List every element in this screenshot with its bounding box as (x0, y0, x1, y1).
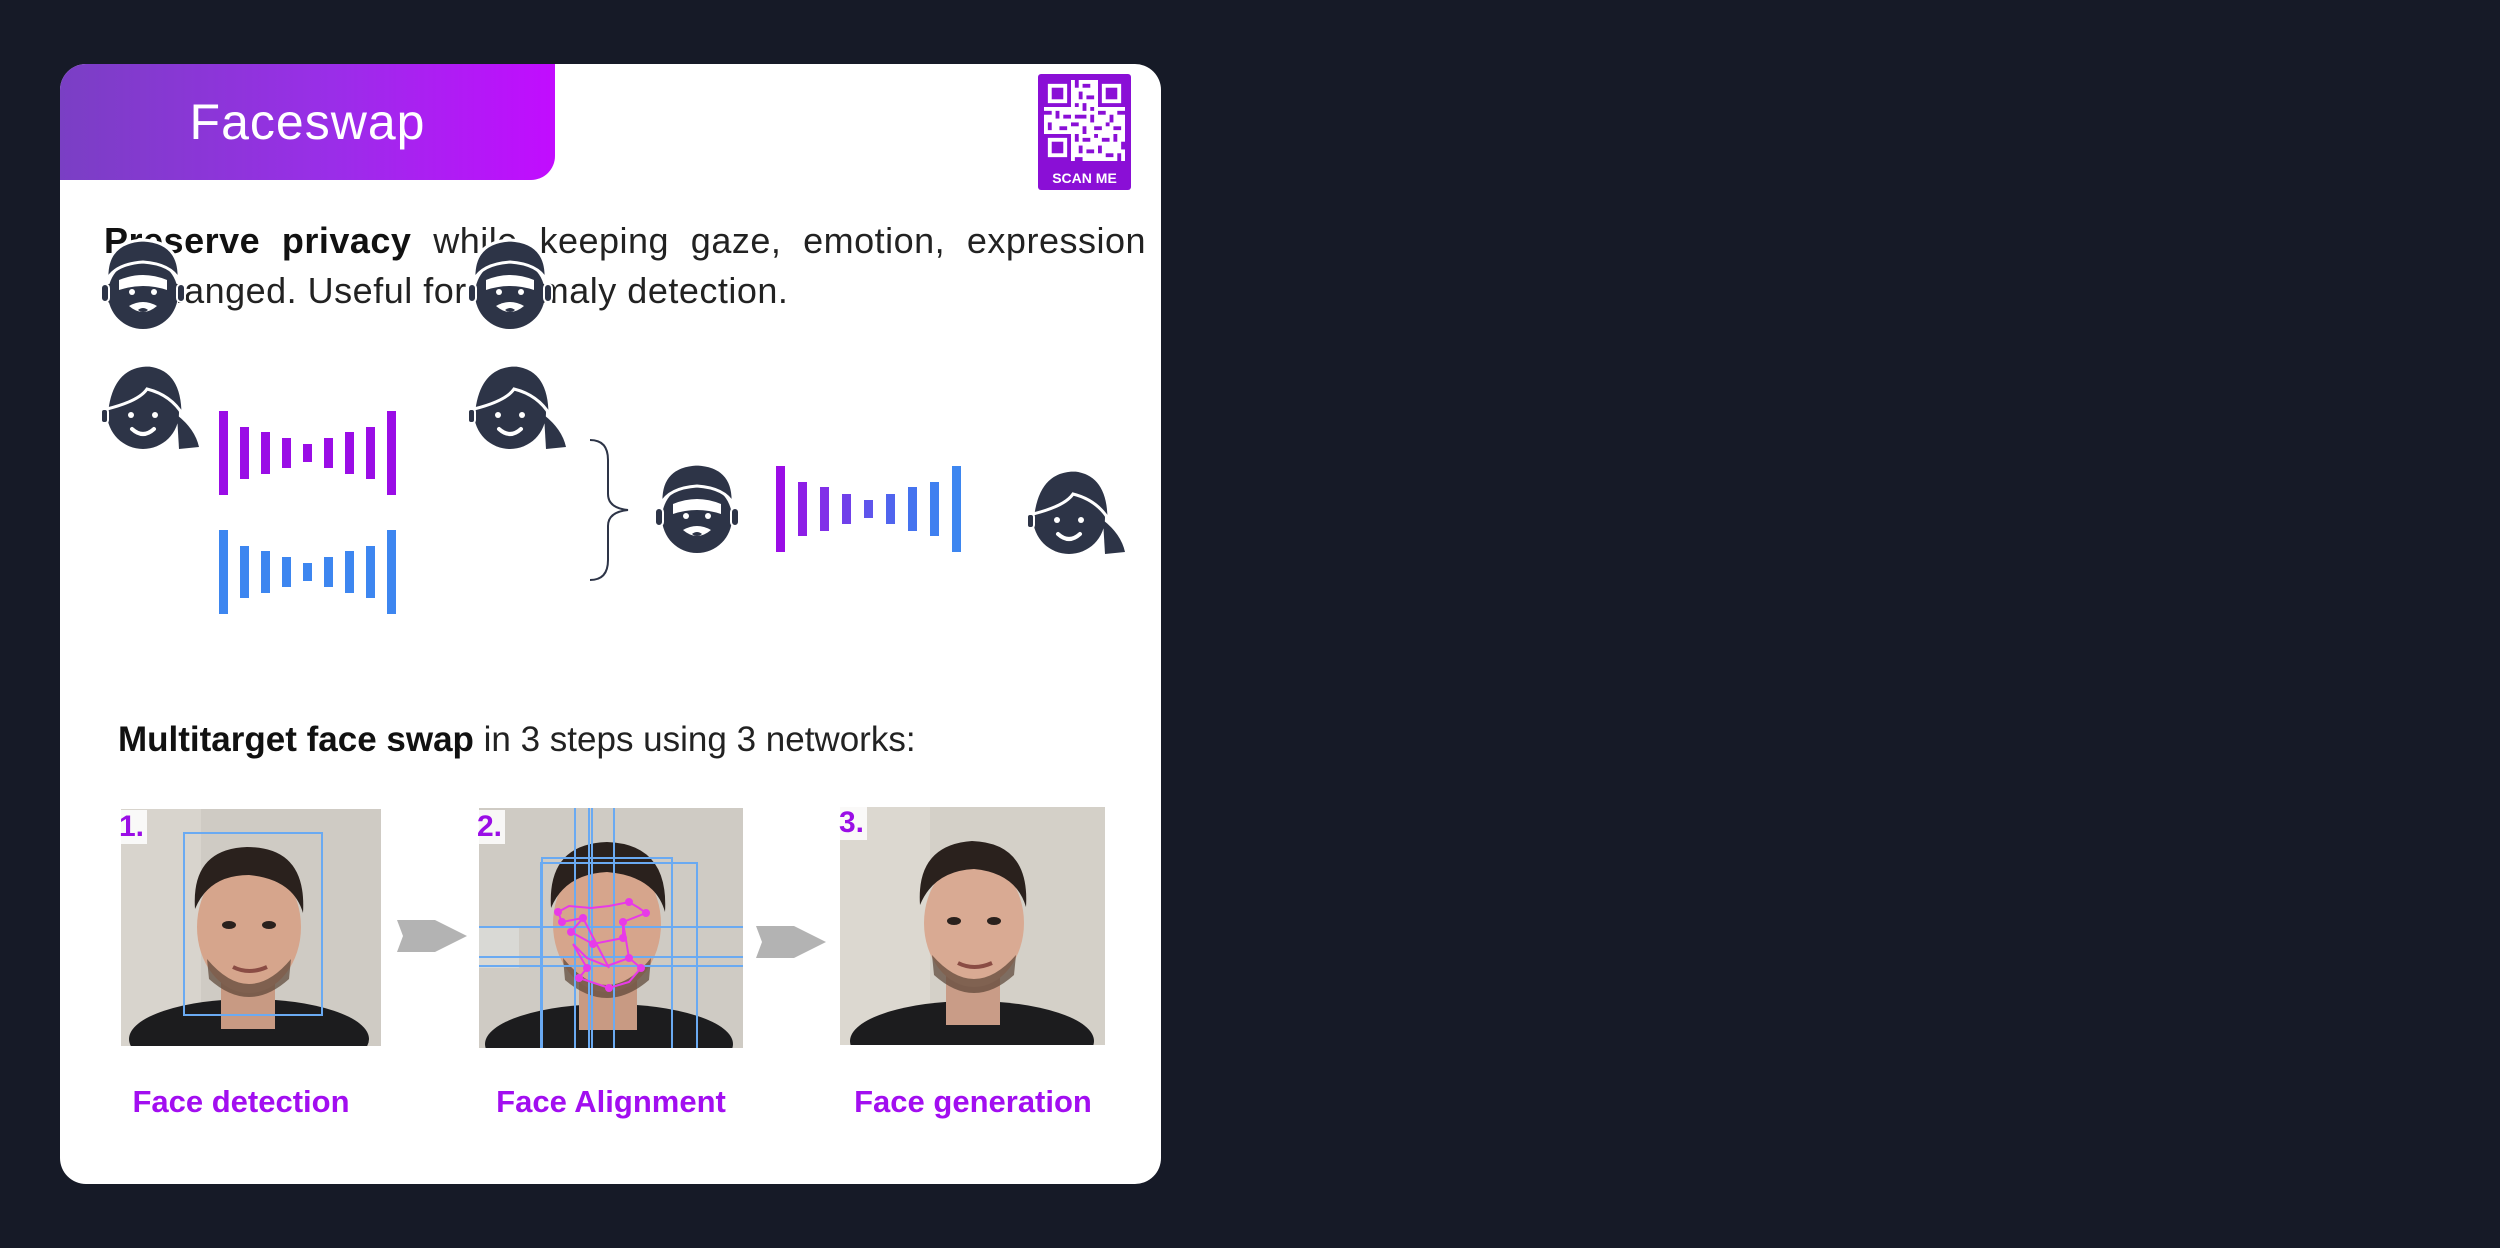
face-generation-label: Face generation (854, 1084, 1092, 1119)
output-woman-face-icon (1025, 468, 1127, 556)
reconstructed-man-face-icon (466, 238, 554, 331)
face-alignment-photo (479, 808, 743, 1048)
swap-autoencoder-icon (776, 466, 961, 552)
section-bold: Multitarget face swap (118, 720, 474, 759)
source-woman-face-icon (99, 363, 201, 451)
section-subtitle: Multitarget face swap in 3 steps using 3… (118, 720, 916, 760)
face-detection-photo (121, 809, 381, 1046)
face-alignment-label: Face Alignment (496, 1084, 726, 1119)
source-man-face-icon (99, 238, 187, 331)
purple-autoencoder-icon (219, 411, 396, 495)
arrow-right-icon (397, 920, 467, 952)
faceswap-card: Faceswap SCAN ME Preserve privacy while … (60, 64, 1161, 1184)
curly-brace-icon (589, 439, 629, 581)
section-text: in 3 steps using 3 networks: (473, 720, 916, 759)
blue-autoencoder-icon (219, 530, 396, 614)
face-detection-label: Face detection (132, 1084, 350, 1119)
arrow-right-icon (756, 926, 826, 958)
reconstructed-woman-face-icon (466, 363, 568, 451)
step-2-number: 2. (474, 810, 506, 844)
face-generation-photo (840, 807, 1105, 1045)
step-3-number: 3. (836, 806, 868, 840)
input-man-face-icon (653, 462, 741, 555)
step-1-number: 1. (116, 810, 148, 844)
